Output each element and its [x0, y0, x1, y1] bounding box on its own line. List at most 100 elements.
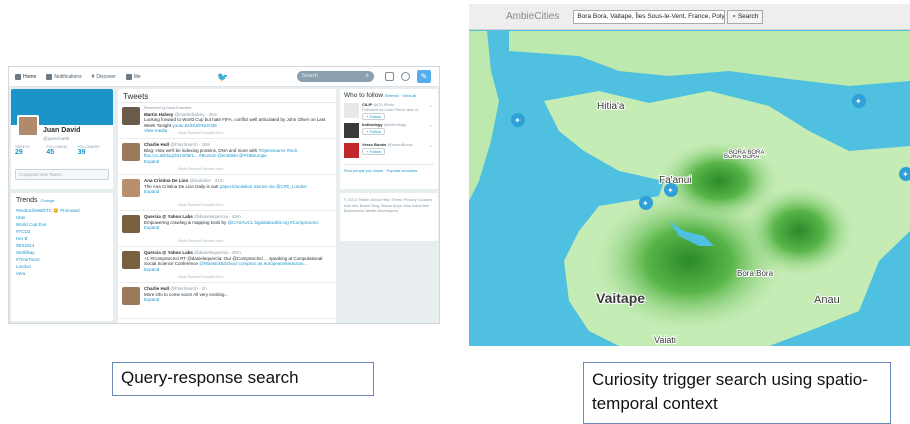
- trend-item[interactable]: Sertifikay: [16, 249, 108, 256]
- find-people-link[interactable]: Find people you know · Popular accounts: [344, 164, 434, 173]
- nav-me[interactable]: Me: [125, 73, 141, 80]
- twitter-search-input[interactable]: Search ⌕: [297, 71, 374, 82]
- place-label-hitiaa: Hitia'a: [597, 101, 625, 112]
- profile-card: Juan David @juanvina95 TWEETS 29 FOLLOWIN…: [11, 89, 113, 189]
- trend-item[interactable]: #TimeToAct: [16, 256, 108, 263]
- tweet-link[interactable]: @CASAUCL bigdatatoolkit.org #CompSocSci: [228, 220, 319, 225]
- tweet[interactable]: Charlie Hull @FlaxSearch · 16m Blog: How…: [118, 139, 336, 175]
- suggestion-name[interactable]: Verso Books: [362, 142, 386, 147]
- compose-tweet-button[interactable]: ✎: [417, 70, 431, 83]
- location-search-input[interactable]: Bora Bora, Vaitape, Îles Sous-le-Vent, F…: [573, 9, 726, 24]
- tweet-expand[interactable]: Expand: [144, 189, 332, 195]
- app-logo[interactable]: AmbieCities: [506, 11, 559, 22]
- suggestion-avatar[interactable]: [344, 143, 359, 158]
- trend-item[interactable]: London: [16, 263, 108, 270]
- follow-button[interactable]: + Follow: [362, 128, 386, 135]
- tweet-marker[interactable]: ✦: [664, 183, 678, 197]
- nav-home[interactable]: Home: [15, 73, 36, 80]
- right-column: Who to follow Refresh · View all CILIP @…: [340, 89, 438, 241]
- map-search-bar: AmbieCities Bora Bora, Vaitape, Îles Sou…: [469, 4, 910, 30]
- avatar[interactable]: [17, 115, 39, 137]
- place-label-vaitape: Vaitape: [596, 290, 645, 306]
- tweet[interactable]: Quercia @ Yahoo Labs @danielequercia · 4…: [118, 211, 336, 247]
- tweet[interactable]: Charlie Hull @FlaxSearch · 1h More info …: [118, 283, 336, 319]
- tweet-author[interactable]: Charlie Hull: [144, 286, 169, 291]
- follow-suggestion[interactable]: CILIP @CILIPinfo Followed by Lush Prince…: [344, 102, 434, 122]
- follow-suggestion[interactable]: Verso Books @VersoBooks + Follow ×: [344, 142, 434, 162]
- follow-button[interactable]: + Follow: [362, 113, 386, 120]
- bell-icon: [46, 73, 53, 80]
- tweet-marker[interactable]: ✦: [511, 113, 525, 127]
- tweet-link[interactable]: paper.li/acdelion Stories via @CFE_Londo…: [220, 184, 307, 189]
- nav-notifications[interactable]: Notifications: [46, 73, 82, 80]
- profile-name[interactable]: Juan David: [43, 127, 80, 134]
- refresh-link[interactable]: Refresh · View all: [385, 93, 416, 98]
- svg-text:✦: ✦: [902, 170, 909, 179]
- compose-tweet-input[interactable]: Compose new Tweet...: [15, 169, 109, 180]
- follow-suggestion[interactable]: bottnology @bottnology + Follow ×: [344, 122, 434, 142]
- svg-text:✦: ✦: [514, 116, 521, 125]
- tweet-author[interactable]: Ana Cristina De Lion: [144, 178, 188, 183]
- tweet-author[interactable]: Quercia @ Yahoo Labs: [144, 214, 193, 219]
- tweet-actions[interactable]: Reply Retweet Favorite More: [178, 275, 223, 281]
- search-button[interactable]: ⌕ Search: [727, 9, 764, 24]
- stat-following[interactable]: FOLLOWING 45: [46, 145, 77, 156]
- nav-discover[interactable]: # Discover: [92, 74, 116, 80]
- twitter-bird-icon[interactable]: 🐦: [217, 72, 228, 83]
- trend-item[interactable]: Uber: [16, 214, 108, 221]
- tweet-avatar[interactable]: [122, 143, 140, 161]
- tweet-text: More info to come soon! All very excitin…: [144, 291, 229, 297]
- search-icon: ⌕: [365, 73, 369, 79]
- tweet-handle: @martinhalvey · 25m: [174, 111, 218, 117]
- gear-icon[interactable]: [401, 72, 410, 81]
- map-view[interactable]: Hitia'a Fa'anui Vaitape Anau Vaiati BORA…: [469, 31, 910, 346]
- tweet-avatar[interactable]: [122, 215, 140, 233]
- tweet-avatar[interactable]: [122, 107, 140, 125]
- tweet-expand[interactable]: Expand: [144, 225, 332, 231]
- follow-button[interactable]: + Follow: [362, 148, 386, 155]
- stat-followers[interactable]: FOLLOWERS 39: [78, 145, 109, 156]
- tweet-expand[interactable]: Expand: [144, 159, 332, 165]
- tweet-actions[interactable]: Reply Retweet Favorite More: [178, 131, 223, 137]
- tweet-avatar[interactable]: [122, 251, 140, 269]
- tweet-actions[interactable]: Reply Retweet Favorite More: [178, 203, 223, 209]
- tweet-link[interactable]: @WarwickBSchool compsoc.wr.europeaninter…: [199, 261, 307, 266]
- tweet-author[interactable]: Charlie Hull: [144, 142, 169, 147]
- suggestion-avatar[interactable]: [344, 123, 359, 138]
- tweet[interactable]: Ana Cristina De Lion @acdelion · 21m The…: [118, 175, 336, 211]
- suggestion-avatar[interactable]: [344, 103, 359, 118]
- tweet-avatar[interactable]: [122, 179, 140, 197]
- timeline: Tweets Retweeted by David Emember Martin…: [118, 89, 336, 323]
- tweet-expand[interactable]: Expand: [144, 267, 332, 273]
- messages-icon[interactable]: [385, 72, 394, 81]
- tweet-text: Blog: How we'll be indexing proteins, DN…: [144, 147, 258, 153]
- trend-item[interactable]: #endtoLifeWithTC 😊 Promoted: [16, 207, 108, 214]
- tweet-avatar[interactable]: [122, 287, 140, 305]
- close-icon[interactable]: ×: [430, 103, 432, 108]
- tweet-view-media[interactable]: View media: [144, 128, 332, 134]
- trend-item[interactable]: Vera: [16, 270, 108, 277]
- trend-item[interactable]: #TCD2: [16, 228, 108, 235]
- suggestion-note: Followed by Lush Prince and ot: [362, 107, 418, 112]
- place-label-vaiati: Vaiati: [654, 335, 676, 345]
- trend-item[interactable]: Her B: [16, 235, 108, 242]
- tweet[interactable]: Quercia @ Yahoo Labs @danielequercia · 4…: [118, 247, 336, 283]
- trend-item[interactable]: World Cup Eve: [16, 221, 108, 228]
- tweet-author[interactable]: Martin Halvey: [144, 112, 173, 117]
- stat-tweets[interactable]: TWEETS 29: [15, 145, 46, 156]
- tweet-marker[interactable]: ✦: [852, 94, 866, 108]
- close-icon[interactable]: ×: [430, 143, 432, 148]
- tweet-marker[interactable]: ✦: [639, 196, 653, 210]
- home-icon: [15, 73, 21, 80]
- suggestion-name[interactable]: bottnology: [362, 122, 383, 127]
- tweet-actions[interactable]: Reply Retweet Favorite More: [178, 239, 223, 245]
- tweet-actions[interactable]: Reply Retweet Favorite More: [178, 167, 223, 173]
- tweet[interactable]: Retweeted by David Emember Martin Halvey…: [118, 103, 336, 139]
- close-icon[interactable]: ×: [430, 123, 432, 128]
- tweet-link[interactable]: youtu.be/DlJlDNUO39: [172, 123, 216, 128]
- tweet-expand[interactable]: Expand: [144, 297, 332, 303]
- trends-change-link[interactable]: Change: [41, 198, 55, 203]
- trend-item[interactable]: #ES2014: [16, 242, 108, 249]
- trends-panel: Trends Change #endtoLifeWithTC 😊 Promoted…: [11, 193, 113, 321]
- tweet-author[interactable]: Quercia @ Yahoo Labs: [144, 250, 193, 255]
